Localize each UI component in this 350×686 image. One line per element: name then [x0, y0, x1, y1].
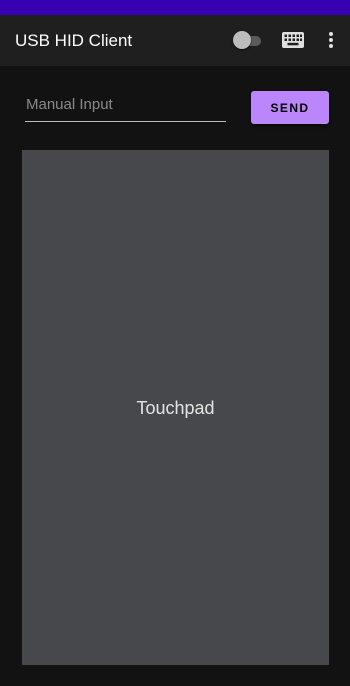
touchpad-label: Touchpad [136, 398, 215, 418]
send-button[interactable]: SEND [251, 91, 329, 124]
touchpad[interactable]: Touchpad [22, 150, 329, 665]
more-options-button[interactable] [322, 30, 340, 50]
toggle-switch[interactable] [232, 31, 263, 49]
manual-input-field [25, 91, 226, 122]
keyboard-icon [282, 32, 304, 48]
switch-thumb [233, 31, 251, 49]
manual-input[interactable] [25, 91, 226, 121]
keyboard-button[interactable] [281, 31, 305, 49]
app-title: USB HID Client [15, 31, 133, 50]
more-vert-icon [329, 32, 333, 48]
app-bar: USB HID Client [0, 15, 350, 66]
status-bar [0, 0, 350, 15]
